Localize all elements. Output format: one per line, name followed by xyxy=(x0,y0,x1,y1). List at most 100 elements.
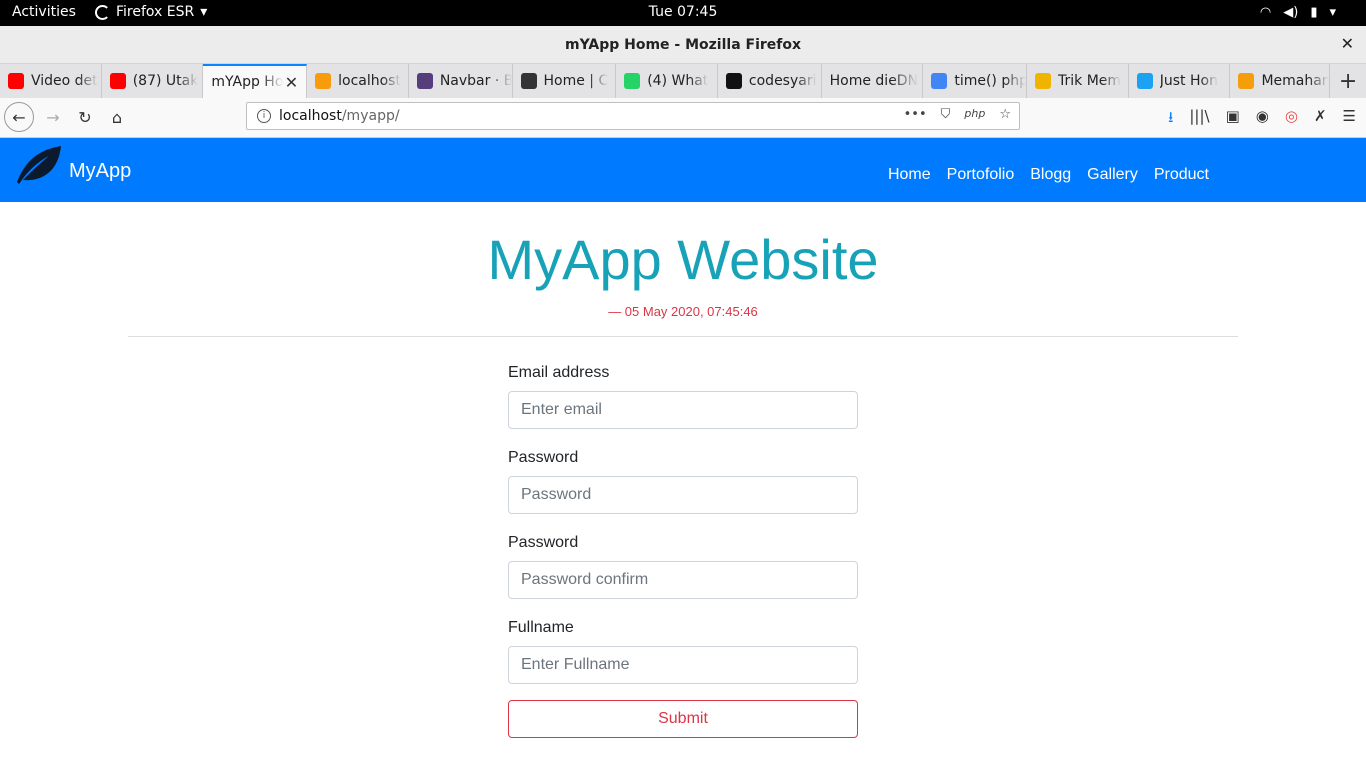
password-field[interactable] xyxy=(508,476,858,514)
library-icon[interactable]: |||\ xyxy=(1189,107,1209,132)
home-icon: ⌂ xyxy=(111,107,123,127)
window-close-button[interactable]: ✕ xyxy=(1341,34,1354,53)
tab-11[interactable]: Trik Mem xyxy=(1027,64,1129,98)
system-top-bar: Activities Firefox ESR ▾ Tue 07:45 ◠ ◀) … xyxy=(0,0,1366,26)
forward-button[interactable]: → xyxy=(38,102,68,132)
twitter-icon xyxy=(1136,73,1153,89)
tab-label: Trik Mem xyxy=(1058,73,1122,89)
tab-13[interactable]: Memahan xyxy=(1230,64,1331,98)
app-menu-links: Home Portofolio Blogg Gallery Product xyxy=(888,166,1209,184)
fullname-label: Fullname xyxy=(508,619,574,636)
tab-7[interactable]: (4) What xyxy=(616,64,718,98)
toolbar-icons: ⭳ |||\ ▣ ◉ ◎ ✗ ☰ xyxy=(1168,107,1356,132)
github-icon xyxy=(725,73,742,89)
tab-close-icon[interactable]: ✕ xyxy=(285,73,298,92)
arrow-left-icon: ← xyxy=(12,107,26,127)
back-button[interactable]: ← xyxy=(4,102,34,132)
password-confirm-label: Password xyxy=(508,534,579,551)
x-extension-icon[interactable]: ✗ xyxy=(1314,107,1327,132)
nav-gallery[interactable]: Gallery xyxy=(1087,166,1138,184)
tab-4[interactable]: localhost xyxy=(307,64,409,98)
email-label: Email address xyxy=(508,364,610,381)
youtube-icon xyxy=(8,73,24,89)
brand[interactable]: MyApp xyxy=(15,142,131,186)
app-navbar: MyApp Home Portofolio Blogg Gallery Prod… xyxy=(0,138,1366,202)
email-group: Email address xyxy=(508,364,858,429)
tab-label: mYApp Ho xyxy=(211,74,284,90)
url-host: localhost xyxy=(279,108,342,124)
caret-down-icon: ▾ xyxy=(1329,5,1336,20)
tab-9[interactable]: Home dieDN xyxy=(822,64,924,98)
reload-button[interactable]: ↻ xyxy=(70,102,100,132)
volume-icon: ◀) xyxy=(1283,5,1299,20)
url-bar-actions: ••• ⛉ php ☆ xyxy=(904,107,1011,122)
submit-button[interactable]: Submit xyxy=(508,700,858,738)
page-title: MyApp Website xyxy=(487,228,879,291)
url-bar[interactable]: i localhost/myapp/ ••• ⛉ php ☆ xyxy=(246,102,1020,130)
window-title: mYApp Home - Mozilla Firefox xyxy=(564,37,802,53)
tab-label: Navbar · B xyxy=(439,73,512,89)
brand-name: MyApp xyxy=(69,159,132,182)
download-icon[interactable]: ⭳ xyxy=(1168,107,1173,132)
google-icon xyxy=(931,73,948,89)
window-title-bar: mYApp Home - Mozilla Firefox ✕ xyxy=(0,26,1366,64)
tab-5[interactable]: Navbar · B xyxy=(409,64,513,98)
nav-portofolio[interactable]: Portofolio xyxy=(947,166,1015,184)
youtube-icon xyxy=(109,73,126,89)
fullname-group: Fullname xyxy=(508,619,858,684)
nav-product[interactable]: Product xyxy=(1154,166,1209,184)
password-group: Password xyxy=(508,449,858,514)
tab-label: Home dieDN xyxy=(829,73,919,89)
bootstrap-icon xyxy=(416,73,433,89)
nav-home[interactable]: Home xyxy=(888,166,931,184)
timestamp: — 05 May 2020, 07:45:46 xyxy=(608,304,758,319)
reload-icon: ↻ xyxy=(78,107,92,127)
nav-blogg[interactable]: Blogg xyxy=(1030,166,1071,184)
divider xyxy=(128,336,1238,337)
pocket-icon[interactable]: ⛉ xyxy=(941,107,951,122)
url-text[interactable]: localhost/myapp/ xyxy=(279,108,400,124)
tab-6[interactable]: Home | C xyxy=(513,64,617,98)
password-confirm-field[interactable] xyxy=(508,561,858,599)
tab-2[interactable]: (87) Utak xyxy=(102,64,204,98)
tab-label: localhost xyxy=(338,73,401,89)
more-actions-icon[interactable]: ••• xyxy=(904,107,927,122)
battery-icon: ▮ xyxy=(1310,5,1318,20)
hero: MyApp Website — 05 May 2020, 07:45:46 xyxy=(0,226,1366,319)
php-extension-icon[interactable]: php xyxy=(964,107,985,122)
tab-1[interactable]: Video det xyxy=(0,64,102,98)
tab-12[interactable]: Just Hon xyxy=(1129,64,1231,98)
hamburger-menu-icon[interactable]: ☰ xyxy=(1343,107,1356,132)
clock[interactable]: Tue 07:45 xyxy=(0,4,1366,20)
browser-toolbar: ← → ↻ ⌂ i localhost/myapp/ ••• ⛉ php ☆ ⭳… xyxy=(0,98,1366,138)
extension-icon[interactable]: ◎ xyxy=(1285,107,1298,132)
tab-label: Video det xyxy=(31,73,98,89)
account-icon[interactable]: ◉ xyxy=(1256,107,1269,132)
sidebar-icon[interactable]: ▣ xyxy=(1226,107,1240,132)
fullname-field[interactable] xyxy=(508,646,858,684)
tab-label: (4) What xyxy=(647,73,709,89)
new-tab-button[interactable]: + xyxy=(1330,64,1366,98)
arrow-right-icon: → xyxy=(46,107,60,127)
wifi-icon: ◠ xyxy=(1259,5,1272,20)
leaf-logo-icon xyxy=(17,146,61,184)
tab-label: Home | C xyxy=(543,73,609,89)
info-icon[interactable]: i xyxy=(257,109,271,123)
tab-10[interactable]: time() php xyxy=(923,64,1028,98)
tab-3[interactable]: mYApp Ho ✕ xyxy=(203,64,308,98)
email-field[interactable] xyxy=(508,391,858,429)
bookmark-star-icon[interactable]: ☆ xyxy=(999,107,1011,122)
tab-strip: Video det (87) Utak mYApp Ho ✕ localhost Navb… xyxy=(0,64,1366,98)
tab-8[interactable]: codesyari xyxy=(718,64,822,98)
avatar-icon xyxy=(520,73,537,89)
orange-icon xyxy=(1238,73,1255,89)
password-confirm-group: Password xyxy=(508,534,858,599)
whatsapp-icon xyxy=(624,73,641,89)
registration-form: Email address Password Password Fullname… xyxy=(508,364,858,738)
tab-label: codesyari xyxy=(748,73,817,89)
phpmyadmin-icon xyxy=(315,73,332,89)
system-tray[interactable]: ◠ ◀) ▮ ▾ xyxy=(1260,5,1336,20)
tab-label: (87) Utak xyxy=(132,73,199,89)
home-button[interactable]: ⌂ xyxy=(102,102,132,132)
url-path: /myapp/ xyxy=(341,108,400,124)
